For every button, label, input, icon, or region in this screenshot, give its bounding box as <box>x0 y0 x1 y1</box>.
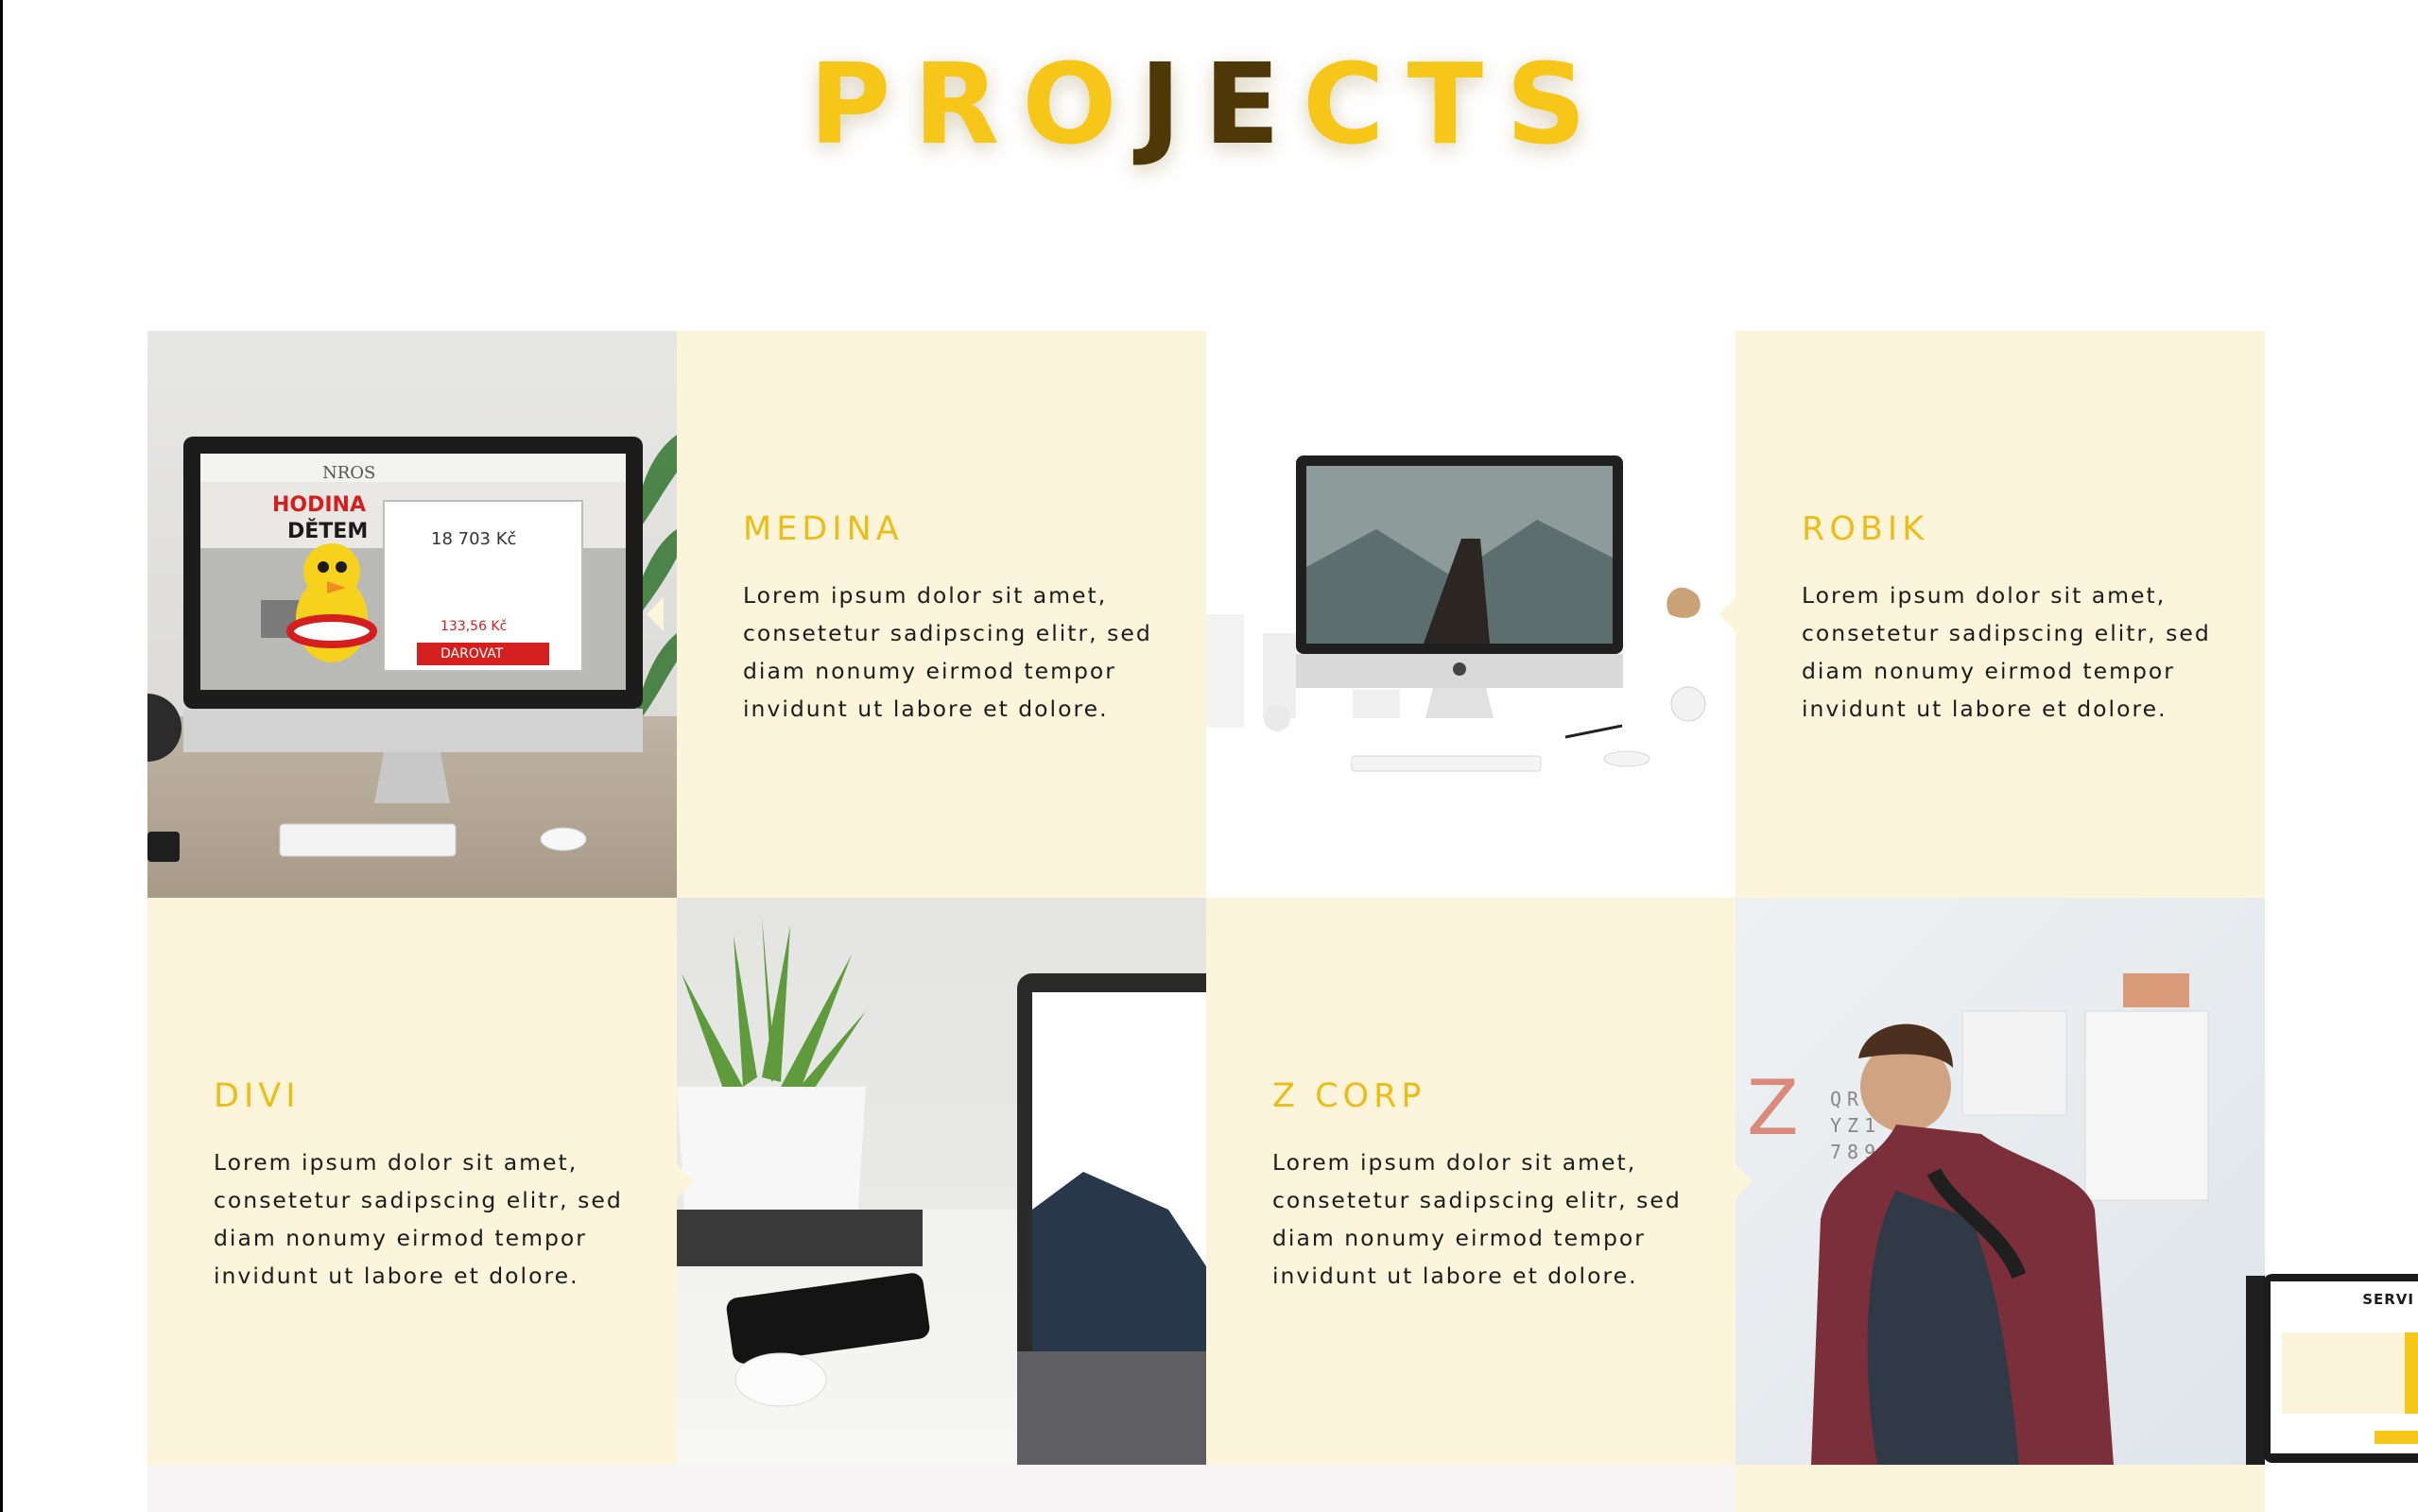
project-medina-card[interactable]: MEDINA Lorem ipsum dolor sit amet, conse… <box>677 331 1206 898</box>
screen-cta: DAROVAT <box>440 646 504 662</box>
project-divi-card[interactable]: DIVI Lorem ipsum dolor sit amet, consete… <box>147 898 677 1465</box>
next-row-image <box>147 1465 1736 1512</box>
imac-desk-photo <box>147 435 677 862</box>
man-whiteboard-photo: Z QRS YZ1 789 <box>1747 973 2209 1465</box>
next-row-card <box>1736 1465 2265 1512</box>
section-title: PRO J E CTS <box>0 38 2418 170</box>
title-part-2: J <box>1139 39 1204 169</box>
title-part-4: CTS <box>1303 39 1610 169</box>
white-desk-photo <box>1206 455 1706 772</box>
title-part-3: E <box>1203 39 1304 169</box>
screen-amount: 18 703 Kč <box>431 529 517 549</box>
screen-brand: NROS <box>322 463 376 483</box>
projects-grid: HODINA DĚTEM NROS 18 703 Kč 133,56 Kč DA… <box>147 331 2265 1512</box>
screen-headline-1: HODINA <box>272 493 366 517</box>
project-zcorp-image[interactable]: Z QRS YZ1 789 <box>1736 898 2265 1465</box>
project-description: Lorem ipsum dolor sit amet, consetetur s… <box>1802 582 2211 722</box>
projects-next-row <box>147 1465 2265 1512</box>
project-description: Lorem ipsum dolor sit amet, consetetur s… <box>214 1149 623 1289</box>
screen-amount-2: 133,56 Kč <box>440 619 508 634</box>
peek-laptop-screen: SERVI <box>2271 1281 2418 1453</box>
project-title[interactable]: MEDINA <box>743 510 1159 548</box>
svg-text:Z: Z <box>1747 1064 1799 1152</box>
project-robik-image[interactable] <box>1206 331 1736 898</box>
peek-laptop-label: SERVI <box>2362 1291 2414 1308</box>
project-divi-image[interactable] <box>677 898 1206 1465</box>
peek-laptop-panel <box>2282 1332 2414 1414</box>
project-title[interactable]: ROBIK <box>1802 510 2218 548</box>
project-zcorp-card[interactable]: Z CORP Lorem ipsum dolor sit amet, conse… <box>1206 898 1736 1465</box>
screen-headline-2: DĚTEM <box>287 520 369 543</box>
project-title[interactable]: Z CORP <box>1272 1077 1688 1115</box>
project-description: Lorem ipsum dolor sit amet, consetetur s… <box>1272 1149 1682 1289</box>
project-robik-card[interactable]: ROBIK Lorem ipsum dolor sit amet, conset… <box>1736 331 2265 898</box>
card-pointer-divi <box>677 1164 694 1198</box>
peek-laptop-button <box>2375 1431 2418 1444</box>
project-title[interactable]: DIVI <box>214 1077 630 1115</box>
peek-laptop: SERVI <box>2263 1274 2418 1463</box>
peek-laptop-frame <box>2246 1276 2265 1465</box>
peek-laptop-accent <box>2405 1332 2418 1414</box>
page-left-border <box>0 0 3 1512</box>
card-pointer-robik <box>1719 597 1736 631</box>
project-medina-image[interactable]: HODINA DĚTEM NROS 18 703 Kč 133,56 Kč DA… <box>147 331 677 898</box>
card-pointer-zcorp <box>1736 1164 1753 1198</box>
project-description: Lorem ipsum dolor sit amet, consetetur s… <box>743 582 1152 722</box>
card-pointer-medina <box>647 597 664 631</box>
title-part-1: PRO <box>808 39 1140 169</box>
plant-laptop-photo <box>677 917 1206 1465</box>
